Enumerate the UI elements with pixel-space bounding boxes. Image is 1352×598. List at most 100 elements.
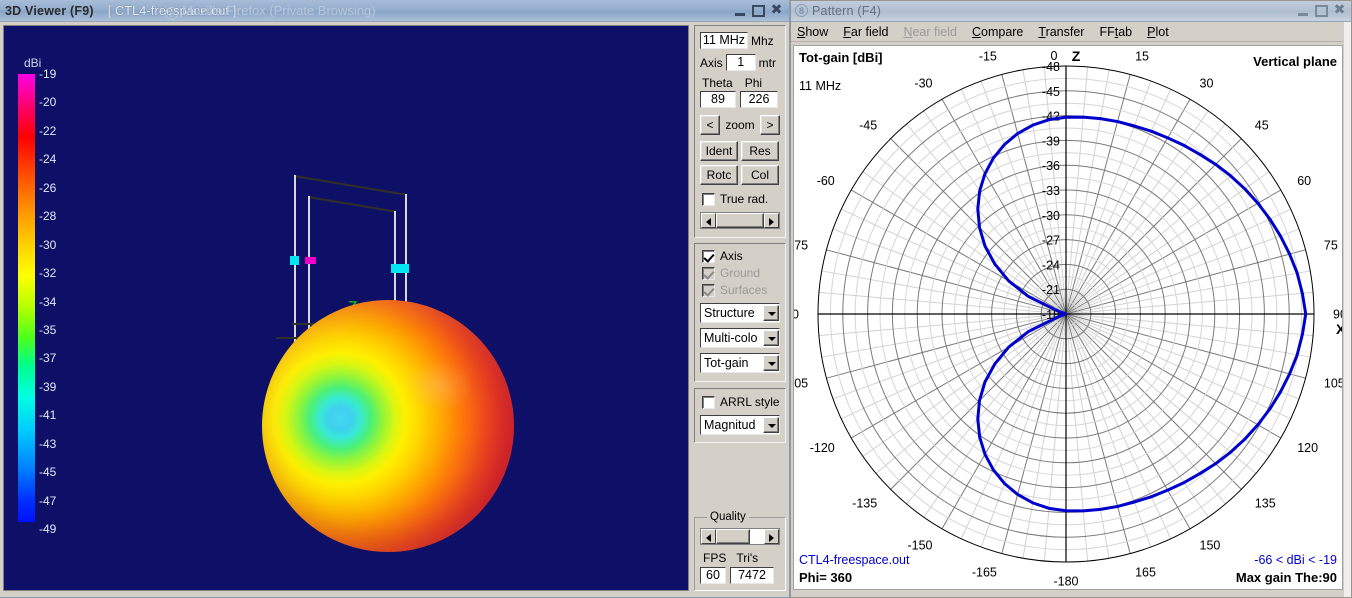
viewer-file-label: [ CTL4-freespace.out ] bbox=[108, 4, 237, 18]
tris-label: Tri's bbox=[736, 551, 758, 565]
radial-tick-label: -24 bbox=[1042, 258, 1060, 272]
legend-tick: -39 bbox=[39, 381, 56, 393]
angle-tick-label: -90 bbox=[794, 308, 799, 322]
maximize-icon[interactable] bbox=[1314, 4, 1329, 18]
rotc-button[interactable]: Rotc bbox=[700, 165, 738, 185]
load-marker bbox=[305, 257, 316, 264]
viewer-window: 3D Viewer (F9) [ CTL4-freespace.out ] 8M… bbox=[0, 0, 790, 598]
pattern-window: 8 Pattern (F4) ✖ ShowFar fieldNear field… bbox=[790, 0, 1352, 598]
radiation-pattern-3d bbox=[262, 300, 514, 552]
maximize-icon[interactable] bbox=[751, 4, 766, 18]
pattern-vertical-scrollbar[interactable] bbox=[1343, 22, 1352, 598]
axis-checkbox-label: Axis bbox=[720, 249, 743, 263]
phi-field[interactable]: 226 bbox=[740, 91, 778, 108]
polar-plot: -18-21-24-27-30-33-36-39-42-45-481530456… bbox=[794, 46, 1343, 590]
magnitude-dropdown[interactable]: Magnitud bbox=[700, 415, 780, 435]
close-icon[interactable]: ✖ bbox=[1332, 4, 1347, 18]
menu-item-fftab[interactable]: FFtab bbox=[1099, 25, 1132, 39]
structure-wire bbox=[405, 194, 407, 314]
legend-tick: -35 bbox=[39, 324, 56, 336]
source-marker bbox=[400, 264, 409, 273]
display-options-group: Axis Ground Surfaces Structure bbox=[694, 243, 786, 382]
gain-type-dropdown[interactable]: Tot-gain bbox=[700, 353, 780, 373]
radial-tick-label: -30 bbox=[1042, 209, 1060, 223]
angle-tick-label: 165 bbox=[1135, 565, 1156, 579]
minimize-icon[interactable] bbox=[733, 4, 748, 18]
axis-field[interactable]: 1 bbox=[726, 54, 756, 71]
menu-item-transfer[interactable]: Transfer bbox=[1038, 25, 1084, 39]
chevron-down-icon[interactable] bbox=[763, 305, 779, 321]
chevron-down-icon[interactable] bbox=[763, 355, 779, 371]
legend-tick: -49 bbox=[39, 523, 56, 535]
angle-tick-label: 0 bbox=[1051, 49, 1058, 63]
slider-thumb[interactable] bbox=[716, 529, 750, 544]
radial-tick-label: -39 bbox=[1042, 134, 1060, 148]
col-button[interactable]: Col bbox=[741, 165, 779, 185]
pattern-badge-icon: 8 bbox=[795, 4, 808, 17]
slider-right-arrow-icon[interactable] bbox=[764, 529, 779, 544]
axis-unit-label: mtr bbox=[759, 56, 776, 70]
slider-left-arrow-icon[interactable] bbox=[701, 213, 716, 228]
angle-tick-label: -120 bbox=[810, 441, 835, 455]
zoom-in-button[interactable]: > bbox=[760, 115, 780, 135]
magnitude-dropdown-value: Magnitud bbox=[704, 418, 755, 432]
slider-thumb[interactable] bbox=[716, 213, 764, 228]
zoom-out-button[interactable]: < bbox=[700, 115, 720, 135]
theta-field[interactable]: 89 bbox=[700, 91, 736, 108]
quality-slider[interactable] bbox=[700, 528, 780, 545]
z-axis-label: Z bbox=[1072, 48, 1081, 64]
frequency-field[interactable]: 11 MHz bbox=[700, 32, 748, 49]
angle-tick-label: 15 bbox=[1135, 50, 1149, 64]
legend-tick: -20 bbox=[39, 96, 56, 108]
angle-tick-label: 135 bbox=[1255, 496, 1276, 510]
axis-checkbox[interactable] bbox=[702, 250, 715, 263]
chevron-down-icon[interactable] bbox=[763, 330, 779, 346]
res-button[interactable]: Res bbox=[741, 141, 779, 161]
radial-tick-label: -33 bbox=[1042, 184, 1060, 198]
dbi-color-scale bbox=[18, 74, 35, 522]
structure-dropdown[interactable]: Structure bbox=[700, 303, 780, 323]
slider-right-arrow-icon[interactable] bbox=[764, 213, 779, 228]
minimize-icon[interactable] bbox=[1296, 4, 1311, 18]
quality-group: Quality FPS Tri's 60 7472 bbox=[694, 517, 786, 591]
menu-item-far-field[interactable]: Far field bbox=[843, 25, 888, 39]
plot-range: -66 < dBi < -19 bbox=[1254, 553, 1337, 567]
close-icon[interactable]: ✖ bbox=[769, 4, 784, 18]
menu-item-compare[interactable]: Compare bbox=[972, 25, 1023, 39]
radial-tick-label: -45 bbox=[1042, 85, 1060, 99]
menu-item-show[interactable]: Show bbox=[797, 25, 828, 39]
legend-tick: -28 bbox=[39, 210, 56, 222]
plot-file-name: CTL4-freespace.out bbox=[799, 553, 909, 567]
radial-tick-label: -21 bbox=[1042, 283, 1060, 297]
true-rad-checkbox[interactable] bbox=[702, 193, 715, 206]
arrl-group: ARRL style Magnitud bbox=[694, 388, 786, 443]
legend-tick: -41 bbox=[39, 409, 56, 421]
legend-tick: -34 bbox=[39, 296, 56, 308]
slider-track[interactable] bbox=[750, 529, 764, 544]
angle-tick-label: -30 bbox=[914, 76, 932, 90]
legend-tick: -37 bbox=[39, 352, 56, 364]
menu-item-plot[interactable]: Plot bbox=[1147, 25, 1169, 39]
xy-axis-label: XY bbox=[1336, 321, 1343, 337]
pattern-plot-canvas[interactable]: Tot-gain [dBi] 11 MHz Vertical plane -18… bbox=[793, 45, 1343, 590]
color-mode-dropdown[interactable]: Multi-colo bbox=[700, 328, 780, 348]
viewer-window-buttons: ✖ bbox=[733, 4, 787, 18]
angle-tick-label: -75 bbox=[794, 238, 808, 252]
plot-phi: Phi= 360 bbox=[799, 570, 852, 585]
pattern-titlebar[interactable]: 8 Pattern (F4) ✖ bbox=[790, 0, 1352, 22]
viewer-control-panel: 11 MHz Mhz Axis 1 mtr Theta Phi 89 226 bbox=[694, 25, 786, 594]
ident-button[interactable]: Ident bbox=[700, 141, 738, 161]
viewer-3d-canvas[interactable]: dBi -19-20-22-24-26-28-30-32-34-35-37-39… bbox=[3, 25, 689, 591]
legend-tick: -30 bbox=[39, 239, 56, 251]
arrl-style-checkbox[interactable] bbox=[702, 396, 715, 409]
slider-left-arrow-icon[interactable] bbox=[701, 529, 716, 544]
frequency-unit-label: Mhz bbox=[751, 34, 774, 48]
viewer-titlebar[interactable]: 3D Viewer (F9) [ CTL4-freespace.out ] 8M… bbox=[0, 0, 789, 22]
chevron-down-icon[interactable] bbox=[763, 417, 779, 433]
rad-scale-slider[interactable] bbox=[700, 212, 780, 229]
tris-value: 7472 bbox=[730, 567, 774, 584]
angle-tick-label: 60 bbox=[1297, 174, 1311, 188]
legend-tick: -45 bbox=[39, 466, 56, 478]
true-rad-label: True rad. bbox=[720, 192, 768, 206]
angle-tick-label: 150 bbox=[1200, 539, 1221, 553]
